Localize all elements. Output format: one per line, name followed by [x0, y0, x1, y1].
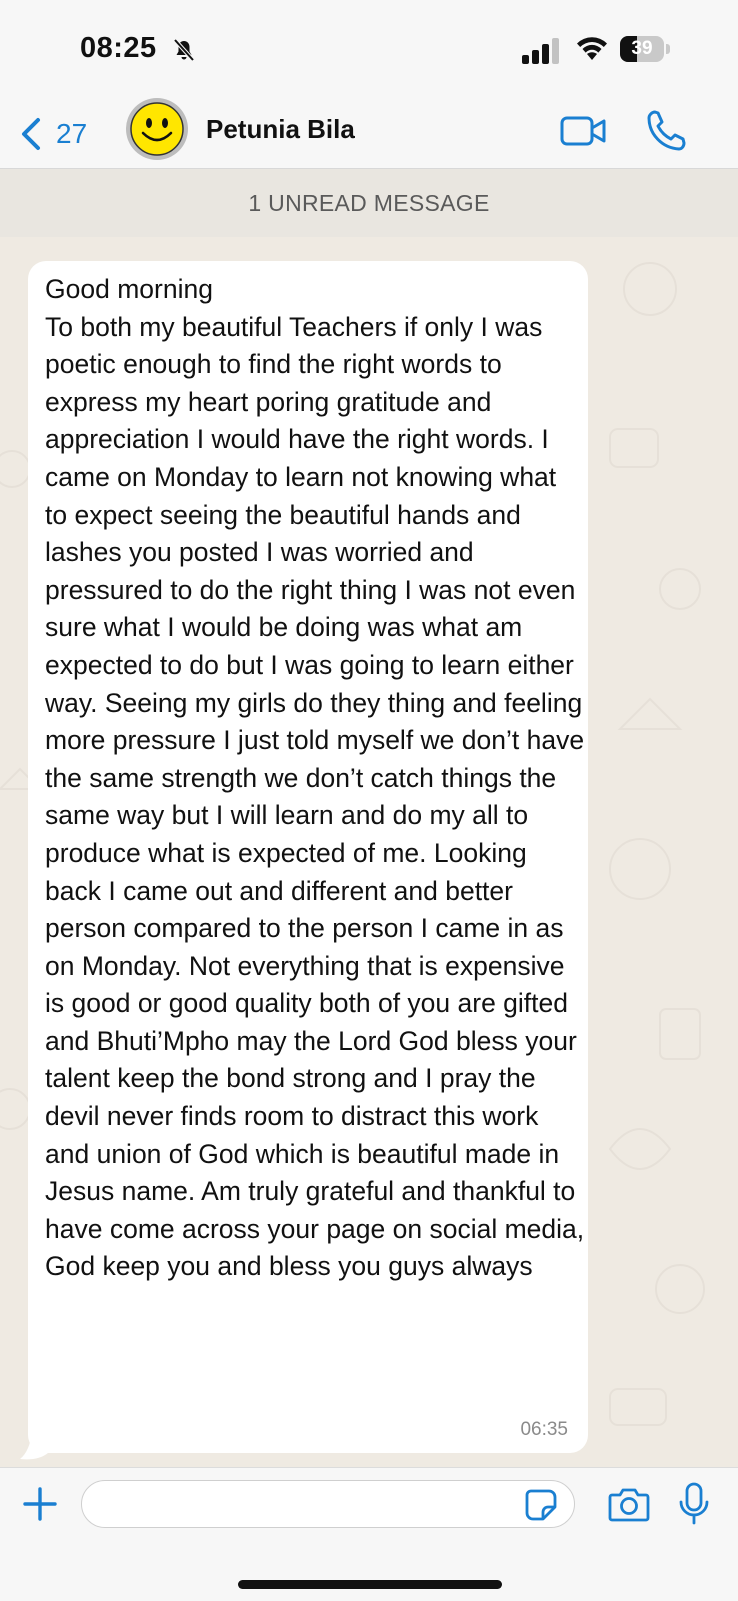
- video-camera-icon[interactable]: [560, 112, 606, 150]
- plus-icon[interactable]: [22, 1486, 58, 1522]
- bell-slash-icon: [173, 38, 195, 62]
- wifi-icon: [577, 37, 607, 60]
- message-composer: [0, 1467, 738, 1601]
- contact-name[interactable]: Petunia Bila: [206, 114, 355, 145]
- signal-icon: [522, 38, 559, 64]
- status-time: 08:25: [80, 32, 157, 64]
- home-indicator[interactable]: [238, 1580, 502, 1589]
- chat-header: 27 Petunia Bila: [0, 98, 738, 169]
- message-text: Good morning To both my beautiful Teache…: [45, 274, 585, 1282]
- message-bubble[interactable]: Good morning To both my beautiful Teache…: [28, 261, 588, 1453]
- chat-area[interactable]: 1 UNREAD MESSAGE Good morning To both my…: [0, 169, 738, 1467]
- phone-icon[interactable]: [646, 108, 686, 152]
- battery-icon: 39: [620, 36, 670, 62]
- chevron-left-icon: [22, 118, 40, 150]
- message-input[interactable]: [81, 1480, 575, 1528]
- microphone-icon[interactable]: [678, 1482, 710, 1526]
- message-timestamp: 06:35: [520, 1419, 568, 1440]
- camera-icon[interactable]: [608, 1486, 650, 1522]
- unread-chats-count: 27: [56, 118, 88, 149]
- back-button[interactable]: 27: [18, 110, 87, 158]
- avatar[interactable]: [126, 98, 188, 160]
- sticker-icon[interactable]: [524, 1488, 558, 1522]
- status-bar: 08:25 39: [0, 0, 738, 100]
- smiley-avatar: [130, 102, 184, 156]
- unread-banner: 1 UNREAD MESSAGE: [0, 169, 738, 237]
- battery-level: 39: [631, 38, 653, 59]
